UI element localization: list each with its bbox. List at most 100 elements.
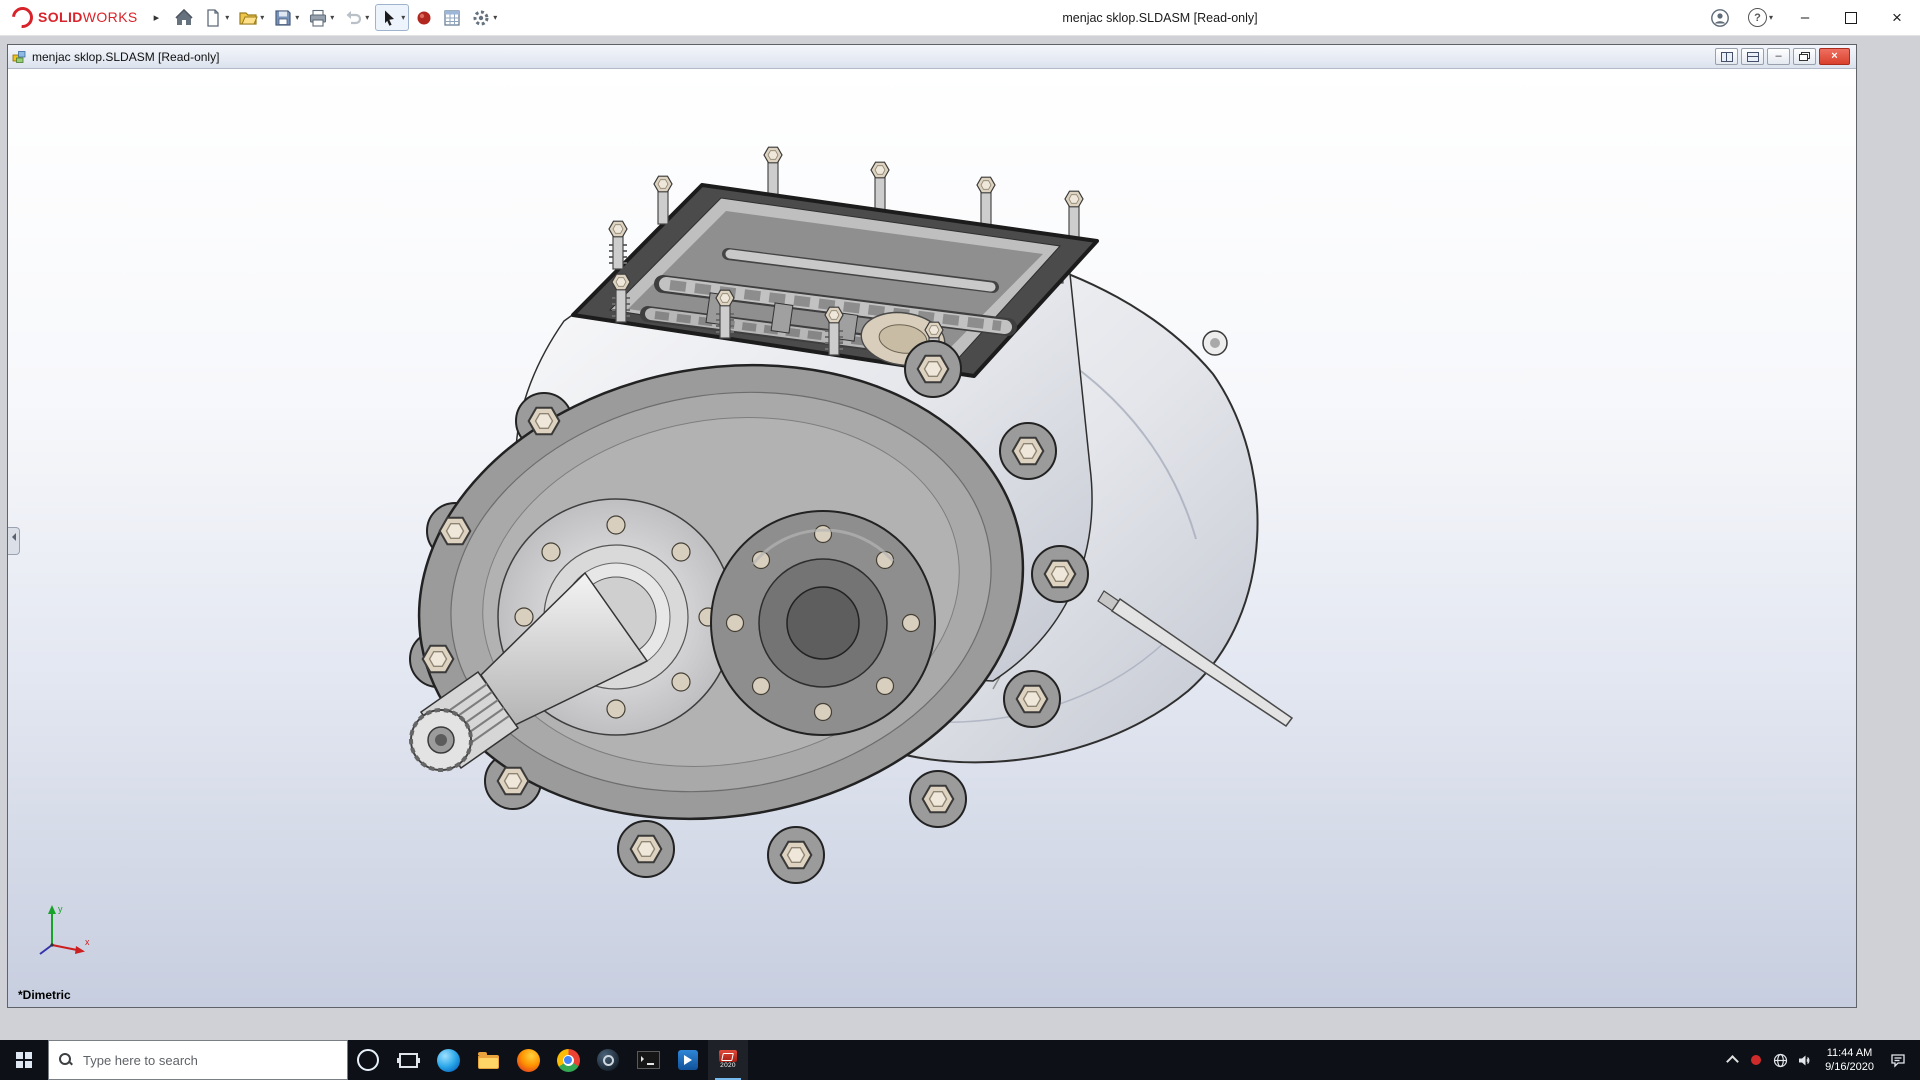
task-view-button[interactable] [388, 1040, 428, 1080]
search-input[interactable] [81, 1051, 337, 1069]
cortana-button[interactable] [348, 1040, 388, 1080]
windows-taskbar: 2020 11:44 AM 9/16/2020 [0, 1040, 1920, 1080]
help-button[interactable]: ? ▾ [1739, 0, 1782, 35]
dropdown-arrow-icon[interactable]: ▾ [295, 13, 299, 22]
tray-red-status[interactable] [1744, 1054, 1768, 1066]
file-explorer-button[interactable] [468, 1040, 508, 1080]
round-side-cover[interactable] [710, 510, 936, 736]
doc-restore-button[interactable] [1793, 48, 1816, 65]
options-gear-icon [473, 10, 489, 25]
doc-minimize-button[interactable]: – [1767, 48, 1790, 65]
media-player-icon [678, 1050, 698, 1070]
assembly-doc-icon [12, 51, 26, 63]
solidworks-year-label: 2020 [720, 1062, 736, 1070]
chrome-button[interactable] [548, 1040, 588, 1080]
3ds-logo-icon [7, 2, 38, 33]
panel-collapse-handle[interactable] [8, 527, 20, 555]
app-titlebar: SOLIDWORKS ▸ ▾ ▾ ▾ ▾ ▾ ▾ ▾ menjac sklop.… [0, 0, 1920, 36]
new-document-button[interactable]: ▾ [200, 4, 232, 31]
close-icon: × [1892, 7, 1902, 27]
dropdown-arrow-icon[interactable]: ▾ [401, 13, 405, 22]
dropdown-arrow-icon[interactable]: ▾ [1769, 13, 1773, 22]
action-center-button[interactable] [1883, 1052, 1913, 1068]
action-center-icon [1891, 1054, 1905, 1068]
z-axis [39, 944, 53, 955]
solidworks-taskbar-button[interactable]: 2020 [708, 1040, 748, 1080]
quick-access-toolbar: ▾ ▾ ▾ ▾ ▾ ▾ ▾ [171, 4, 500, 31]
document-window: menjac sklop.SLDASM [Read-only] – × y x … [7, 44, 1857, 1008]
dropdown-arrow-icon[interactable]: ▾ [260, 13, 264, 22]
home-button[interactable] [171, 4, 197, 31]
orientation-triad[interactable]: y x [32, 901, 92, 961]
document-titlebar[interactable]: menjac sklop.SLDASM [Read-only] – × [8, 45, 1856, 69]
tray-red-icon [1751, 1055, 1762, 1065]
firefox-button[interactable] [508, 1040, 548, 1080]
app-window-title: menjac sklop.SLDASM [Read-only] [1062, 10, 1258, 25]
view-orientation-label: *Dimetric [18, 988, 71, 1002]
undo-button[interactable]: ▾ [340, 4, 372, 31]
select-tool-button[interactable]: ▾ [375, 4, 410, 31]
dropdown-arrow-icon[interactable]: ▾ [365, 13, 369, 22]
close-button[interactable]: × [1874, 0, 1920, 36]
doc-close-button[interactable]: × [1819, 48, 1850, 65]
dropdown-arrow-icon[interactable]: ▾ [493, 13, 497, 22]
solidworks-taskbar-icon: 2020 [719, 1050, 737, 1070]
spreadsheet-button[interactable] [439, 4, 465, 31]
save-icon [275, 9, 291, 26]
maximize-button[interactable] [1828, 0, 1874, 36]
maximize-icon [1845, 11, 1857, 24]
task-view-icon [398, 1052, 418, 1068]
search-icon [59, 1053, 73, 1067]
command-prompt-icon [636, 1051, 660, 1069]
x-axis-arrow [75, 946, 85, 954]
dropdown-arrow-icon[interactable]: ▾ [330, 13, 334, 22]
document-title: menjac sklop.SLDASM [Read-only] [32, 49, 220, 64]
tile-vertical-button[interactable] [1715, 48, 1738, 65]
show-hidden-icons-button[interactable] [1720, 1054, 1744, 1068]
expand-menu-arrow-icon[interactable]: ▸ [146, 11, 168, 24]
minimize-icon: – [1775, 50, 1782, 62]
restore-icon [1799, 52, 1810, 61]
volume-button[interactable] [1792, 1053, 1816, 1068]
media-player-button[interactable] [668, 1040, 708, 1080]
save-button[interactable]: ▾ [270, 4, 302, 31]
red-sphere-button[interactable] [412, 4, 436, 31]
x-axis-label: x [85, 937, 90, 947]
graphics-viewport[interactable]: y x *Dimetric [8, 69, 1856, 1007]
minimize-icon: – [1800, 9, 1810, 26]
account-button[interactable] [1701, 0, 1739, 35]
cortana-icon [357, 1049, 379, 1071]
clock-date: 9/16/2020 [1825, 1061, 1874, 1073]
steam-icon [597, 1049, 619, 1071]
system-tray: 11:44 AM 9/16/2020 [1720, 1040, 1920, 1080]
start-button[interactable] [0, 1040, 48, 1080]
select-cursor-icon [385, 10, 395, 26]
network-button[interactable] [1768, 1053, 1792, 1068]
start-icon [16, 1052, 32, 1068]
chrome-icon [556, 1048, 580, 1072]
brand-text: SOLIDWORKS [38, 8, 138, 25]
y-axis-label: y [58, 904, 63, 914]
print-button[interactable]: ▾ [305, 4, 337, 31]
command-prompt-button[interactable] [628, 1040, 668, 1080]
tile-horizontal-button[interactable] [1741, 48, 1764, 65]
clock-time: 11:44 AM [1826, 1047, 1873, 1059]
minimize-button[interactable]: – [1782, 0, 1828, 36]
tile-horizontal-icon [1746, 51, 1759, 62]
gearbox-3d-model[interactable] [8, 69, 1856, 1007]
steam-button[interactable] [588, 1040, 628, 1080]
undo-icon [346, 10, 362, 24]
taskbar-search[interactable] [48, 1040, 348, 1080]
account-icon [1711, 8, 1729, 27]
y-axis-arrow [48, 905, 56, 914]
spreadsheet-icon [444, 9, 460, 26]
open-folder-icon [239, 11, 258, 25]
titlebar-right-controls: ? ▾ – × [1701, 0, 1920, 35]
taskbar-clock[interactable]: 11:44 AM 9/16/2020 [1816, 1046, 1883, 1074]
network-icon [1773, 1053, 1787, 1067]
dropdown-arrow-icon[interactable]: ▾ [225, 13, 229, 22]
options-button[interactable]: ▾ [468, 4, 500, 31]
edge-button[interactable] [428, 1040, 468, 1080]
open-button[interactable]: ▾ [235, 4, 267, 31]
new-document-icon [207, 8, 219, 27]
